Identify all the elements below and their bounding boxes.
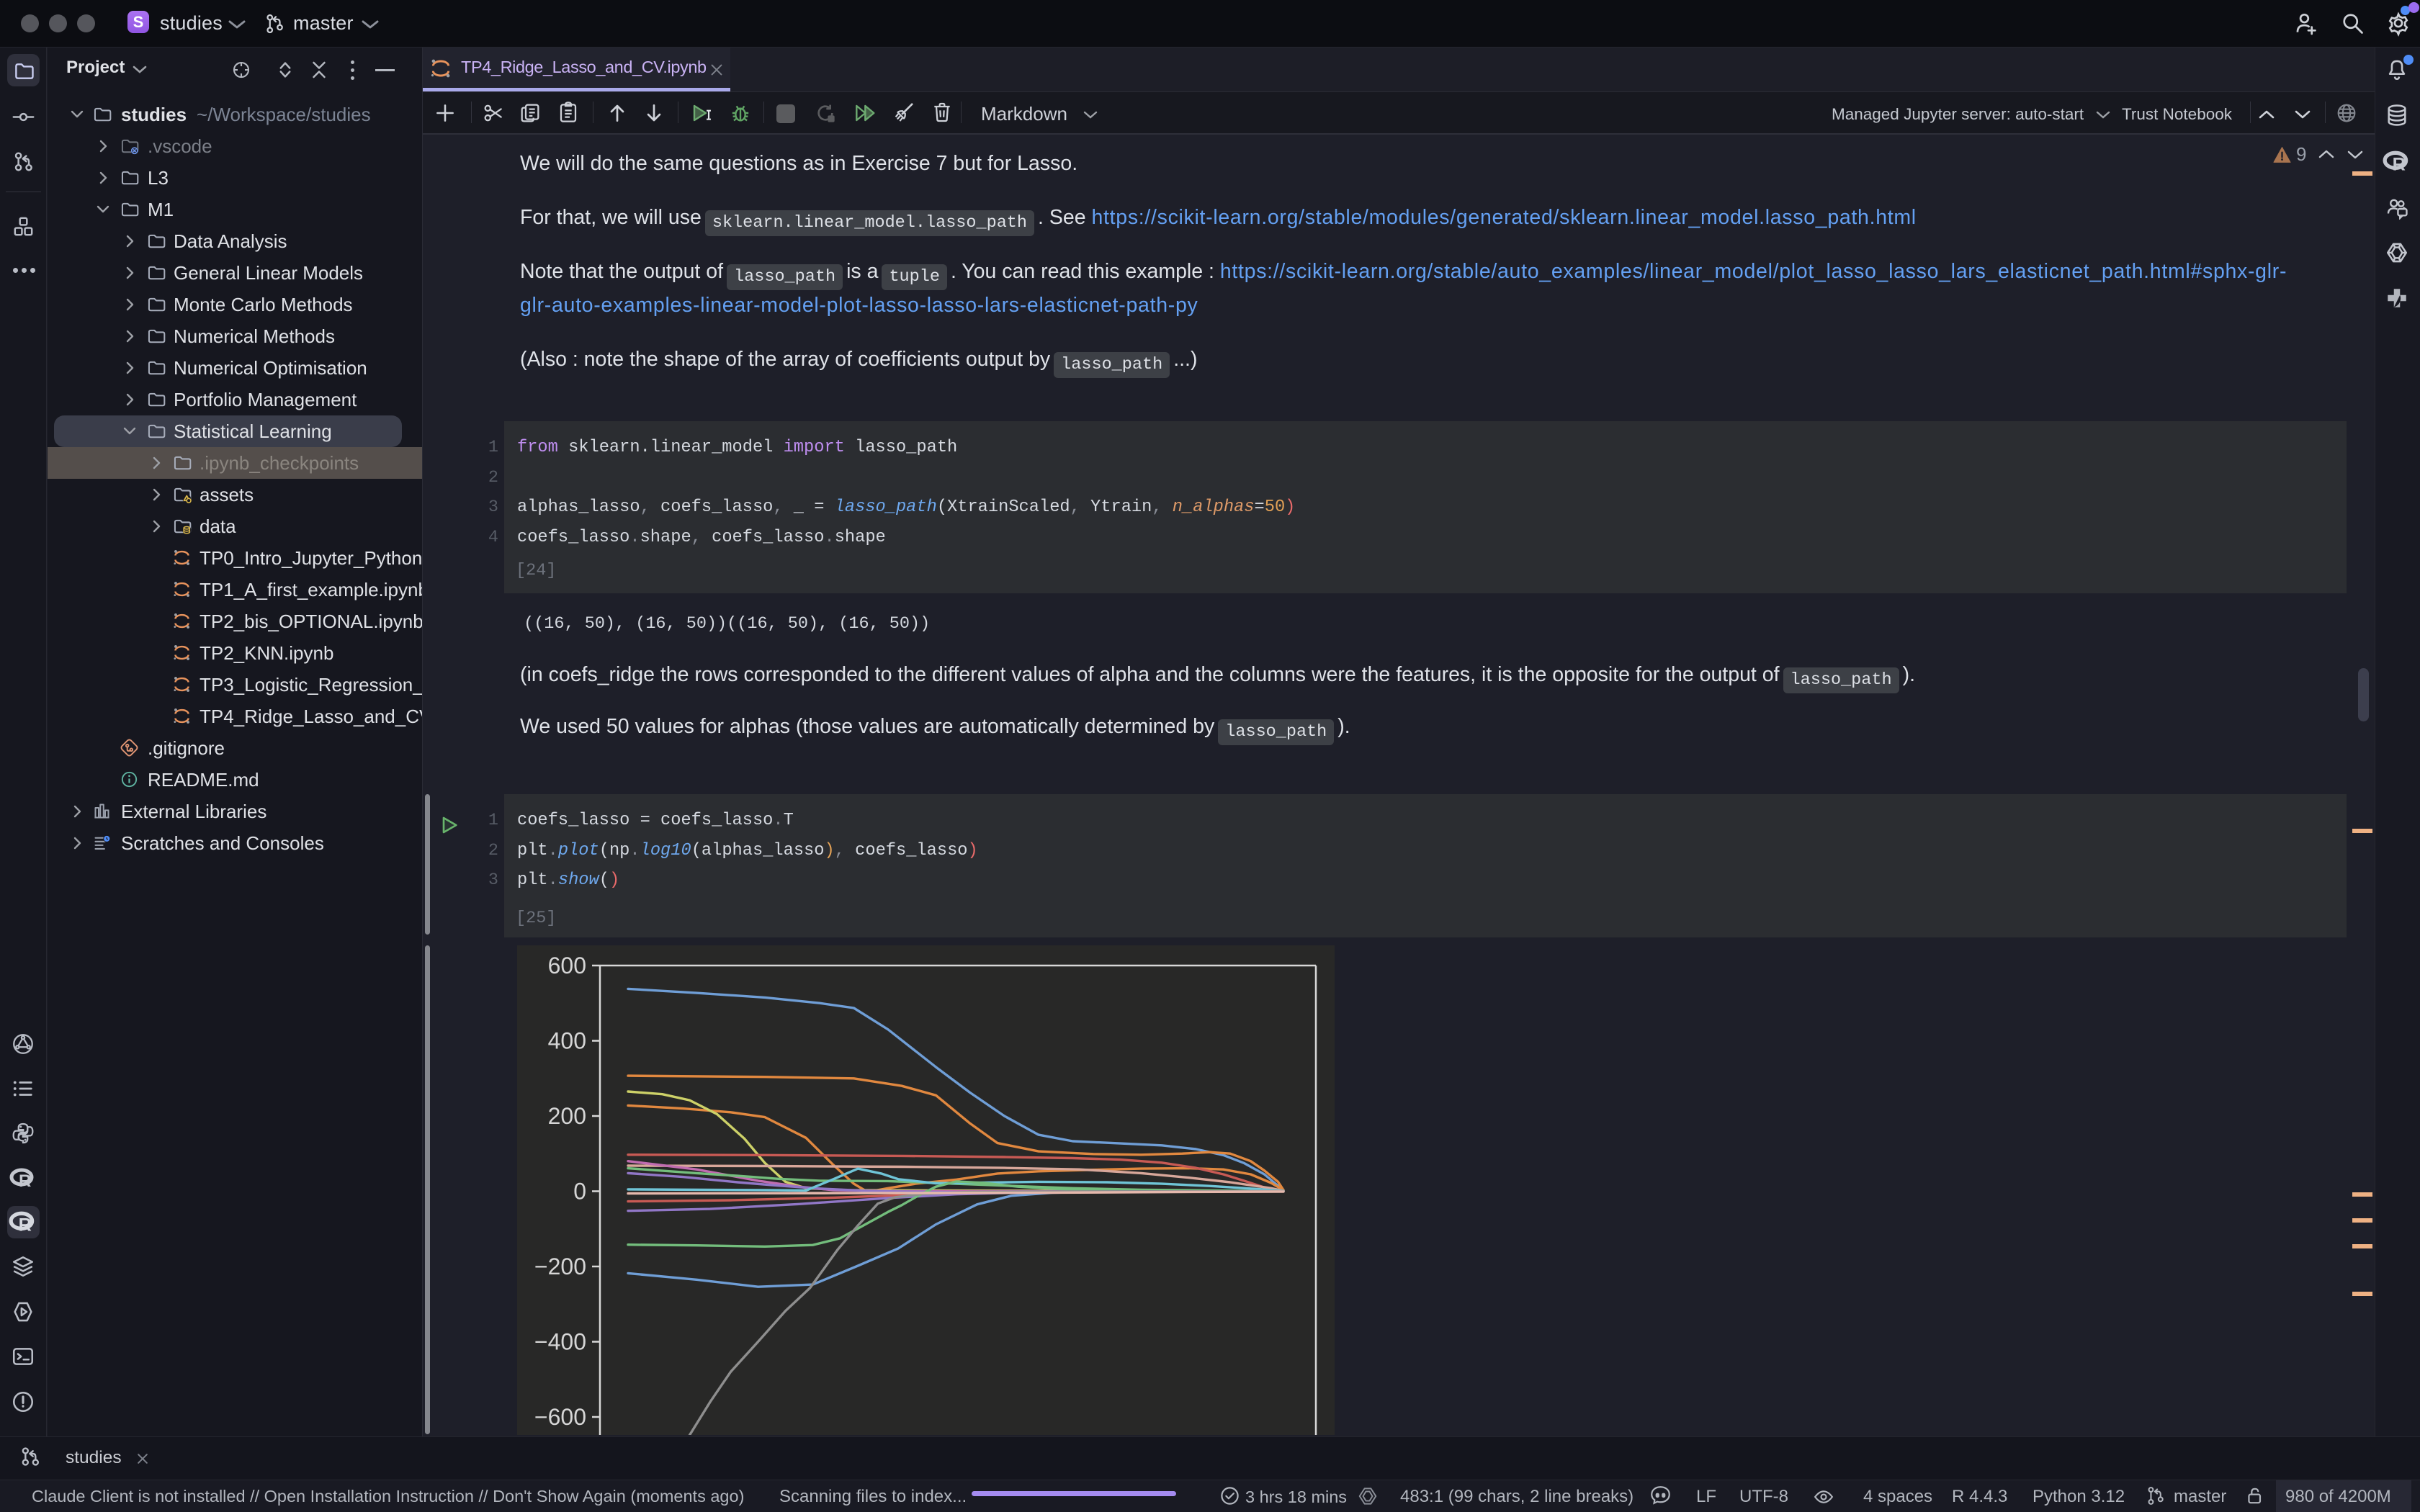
svg-text:−200: −200 (534, 1254, 586, 1279)
svg-text:R: R (19, 1215, 32, 1236)
svg-text:R: R (19, 1171, 31, 1191)
svg-text:−600: −600 (534, 1404, 586, 1430)
svg-text:0: 0 (573, 1179, 586, 1205)
svg-text:600: 600 (548, 953, 586, 978)
svg-text:−400: −400 (534, 1329, 586, 1355)
svg-text:400: 400 (548, 1028, 586, 1054)
svg-text:R: R (2393, 155, 2406, 175)
svg-text:200: 200 (548, 1103, 586, 1129)
